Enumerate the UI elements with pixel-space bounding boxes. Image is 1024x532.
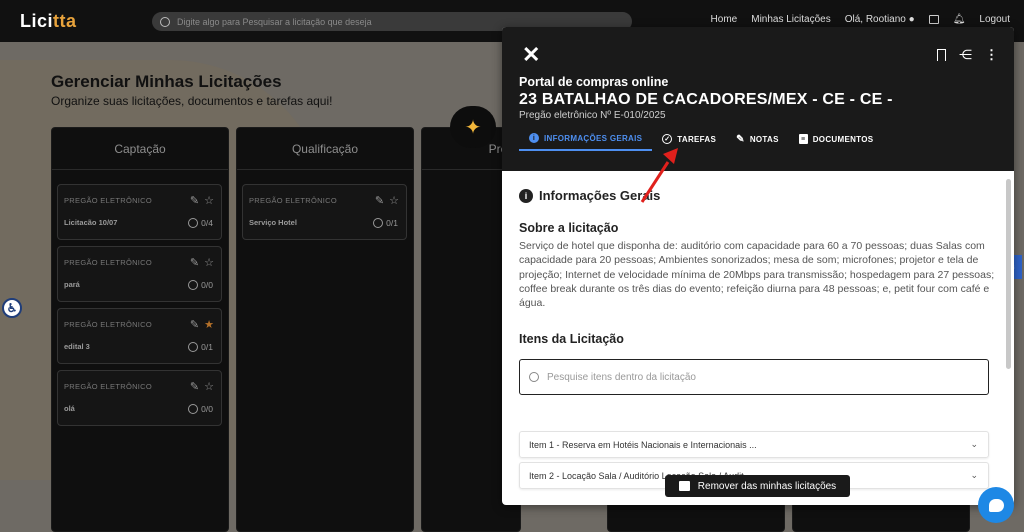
tab-documentos[interactable]: ≡ DOCUMENTOS: [789, 127, 884, 151]
close-icon[interactable]: ✕: [522, 44, 540, 66]
bid-card[interactable]: PREGÃO ELETRÔNICO ✎ ★ edital 3 0/1: [57, 308, 222, 364]
ai-sparkle-button[interactable]: ✦: [450, 106, 496, 148]
bid-detail-panel: ✕ ⋲ ⋮ Portal de compras online 23 BATALH…: [502, 27, 1014, 505]
kanban-column-captacao: Captação PREGÃO ELETRÔNICO ✎ ☆ Licitacão …: [51, 127, 229, 532]
info-icon: i: [519, 188, 533, 203]
task-count: 0/1: [188, 342, 213, 352]
document-icon: ≡: [798, 134, 808, 144]
task-count: 0/4: [188, 218, 213, 228]
star-icon[interactable]: ☆: [204, 194, 214, 207]
search-icon: [160, 16, 170, 27]
nav-user-menu[interactable]: Olá, Rootiano ●: [845, 14, 915, 25]
accessibility-icon[interactable]: ♿︎: [2, 298, 22, 318]
app-logo[interactable]: Licitta: [20, 11, 77, 32]
edit-icon[interactable]: ✎: [190, 256, 199, 269]
check-circle-icon: [188, 280, 199, 290]
check-circle-icon: [373, 218, 384, 228]
bookmark-icon[interactable]: [937, 49, 946, 61]
more-options-icon[interactable]: ⋮: [985, 47, 998, 63]
nav-my-bids-link[interactable]: Minhas Licitações: [751, 14, 830, 25]
task-count: 0/0: [188, 404, 213, 414]
column-title: Captação: [52, 128, 228, 170]
card-name: Serviço Hotel: [249, 218, 297, 227]
items-title: Itens da Licitação: [519, 332, 624, 346]
logout-link[interactable]: Logout: [979, 14, 1010, 25]
card-name: pará: [64, 280, 80, 289]
star-icon[interactable]: ☆: [204, 380, 214, 393]
chat-bubble-icon: [988, 498, 1004, 512]
bid-card[interactable]: PREGÃO ELETRÔNICO ✎ ☆ olá 0/0: [57, 370, 222, 426]
about-title: Sobre a licitação: [519, 221, 619, 235]
card-name: olá: [64, 404, 75, 413]
task-count: 0/0: [188, 280, 213, 290]
archive-icon: [678, 481, 690, 491]
notes-icon: ✎: [736, 133, 745, 145]
profile-card-icon[interactable]: [928, 15, 939, 24]
task-count: 0/1: [373, 218, 398, 228]
card-name: Licitacão 10/07: [64, 218, 118, 227]
edit-icon[interactable]: ✎: [375, 194, 384, 207]
items-search-input[interactable]: Pesquise itens dentro da licitação: [519, 359, 989, 395]
remove-from-my-bids-button[interactable]: Remover das minhas licitações: [665, 475, 850, 497]
bid-card[interactable]: PREGÃO ELETRÔNICO ✎ ☆ pará 0/0: [57, 246, 222, 302]
search-placeholder: Digite algo para Pesquisar a licitação q…: [177, 16, 372, 27]
tab-notas[interactable]: ✎ NOTAS: [726, 127, 789, 151]
nav-home-link[interactable]: Home: [711, 14, 738, 25]
check-circle-icon: [188, 218, 199, 228]
edit-icon[interactable]: ✎: [190, 380, 199, 393]
page-subtitle: Organize suas licitações, documentos e t…: [51, 94, 333, 108]
panel-body: i Informações Gerais Sobre a licitação S…: [502, 171, 1014, 505]
kanban-column-qualificacao: Qualificação PREGÃO ELETRÔNICO ✎ ☆ Serviç…: [236, 127, 414, 532]
check-circle-icon: [188, 342, 199, 352]
top-nav-links: Home Minhas Licitações Olá, Rootiano ● 🔔…: [711, 14, 1010, 25]
modality-number: Pregão eletrônico Nº E-010/2025: [519, 110, 666, 121]
panel-tabs: i INFORMAÇÕES GERAIS ✓ TAREFAS ✎ NOTAS ≡…: [519, 127, 883, 153]
item-accordion[interactable]: Item 1 - Reserva em Hotéis Nacionais e I…: [519, 431, 989, 458]
check-circle-icon: [188, 404, 199, 414]
organization-title: 23 BATALHAO DE CACADORES/MEX - CE - CE -: [519, 91, 893, 108]
chevron-down-icon: ⌄: [970, 470, 978, 480]
chevron-down-icon: ⌄: [970, 439, 978, 449]
star-icon[interactable]: ☆: [389, 194, 399, 207]
portal-name: Portal de compras online: [519, 75, 669, 89]
about-description: Serviço de hotel que disponha de: auditó…: [519, 240, 995, 310]
info-icon: i: [529, 133, 539, 143]
sparkle-icon: ✦: [464, 116, 482, 139]
bid-card[interactable]: PREGÃO ELETRÔNICO ✎ ☆ Licitacão 10/07 0/4: [57, 184, 222, 240]
annotation-arrow: [640, 148, 678, 203]
share-icon[interactable]: ⋲: [959, 47, 972, 63]
star-icon[interactable]: ☆: [204, 256, 214, 269]
chat-button[interactable]: [978, 487, 1014, 523]
page-title: Gerenciar Minhas Licitações: [51, 72, 282, 91]
bell-icon[interactable]: 🔔︎: [953, 14, 966, 25]
card-type: PREGÃO ELETRÔNICO: [64, 320, 153, 329]
card-type: PREGÃO ELETRÔNICO: [64, 382, 153, 391]
scrollbar[interactable]: [1006, 179, 1011, 369]
card-type: PREGÃO ELETRÔNICO: [64, 196, 153, 205]
card-name: edital 3: [64, 342, 90, 351]
star-filled-icon[interactable]: ★: [204, 318, 214, 331]
user-icon: ●: [908, 14, 915, 25]
edit-icon[interactable]: ✎: [190, 318, 199, 331]
search-icon: [529, 372, 539, 382]
card-type: PREGÃO ELETRÔNICO: [64, 258, 153, 267]
bid-card[interactable]: PREGÃO ELETRÔNICO ✎ ☆ Serviço Hotel 0/1: [242, 184, 407, 240]
column-title: Qualificação: [237, 128, 413, 170]
card-type: PREGÃO ELETRÔNICO: [249, 196, 338, 205]
edit-icon[interactable]: ✎: [190, 194, 199, 207]
panel-header: ✕ ⋲ ⋮ Portal de compras online 23 BATALH…: [502, 27, 1014, 171]
